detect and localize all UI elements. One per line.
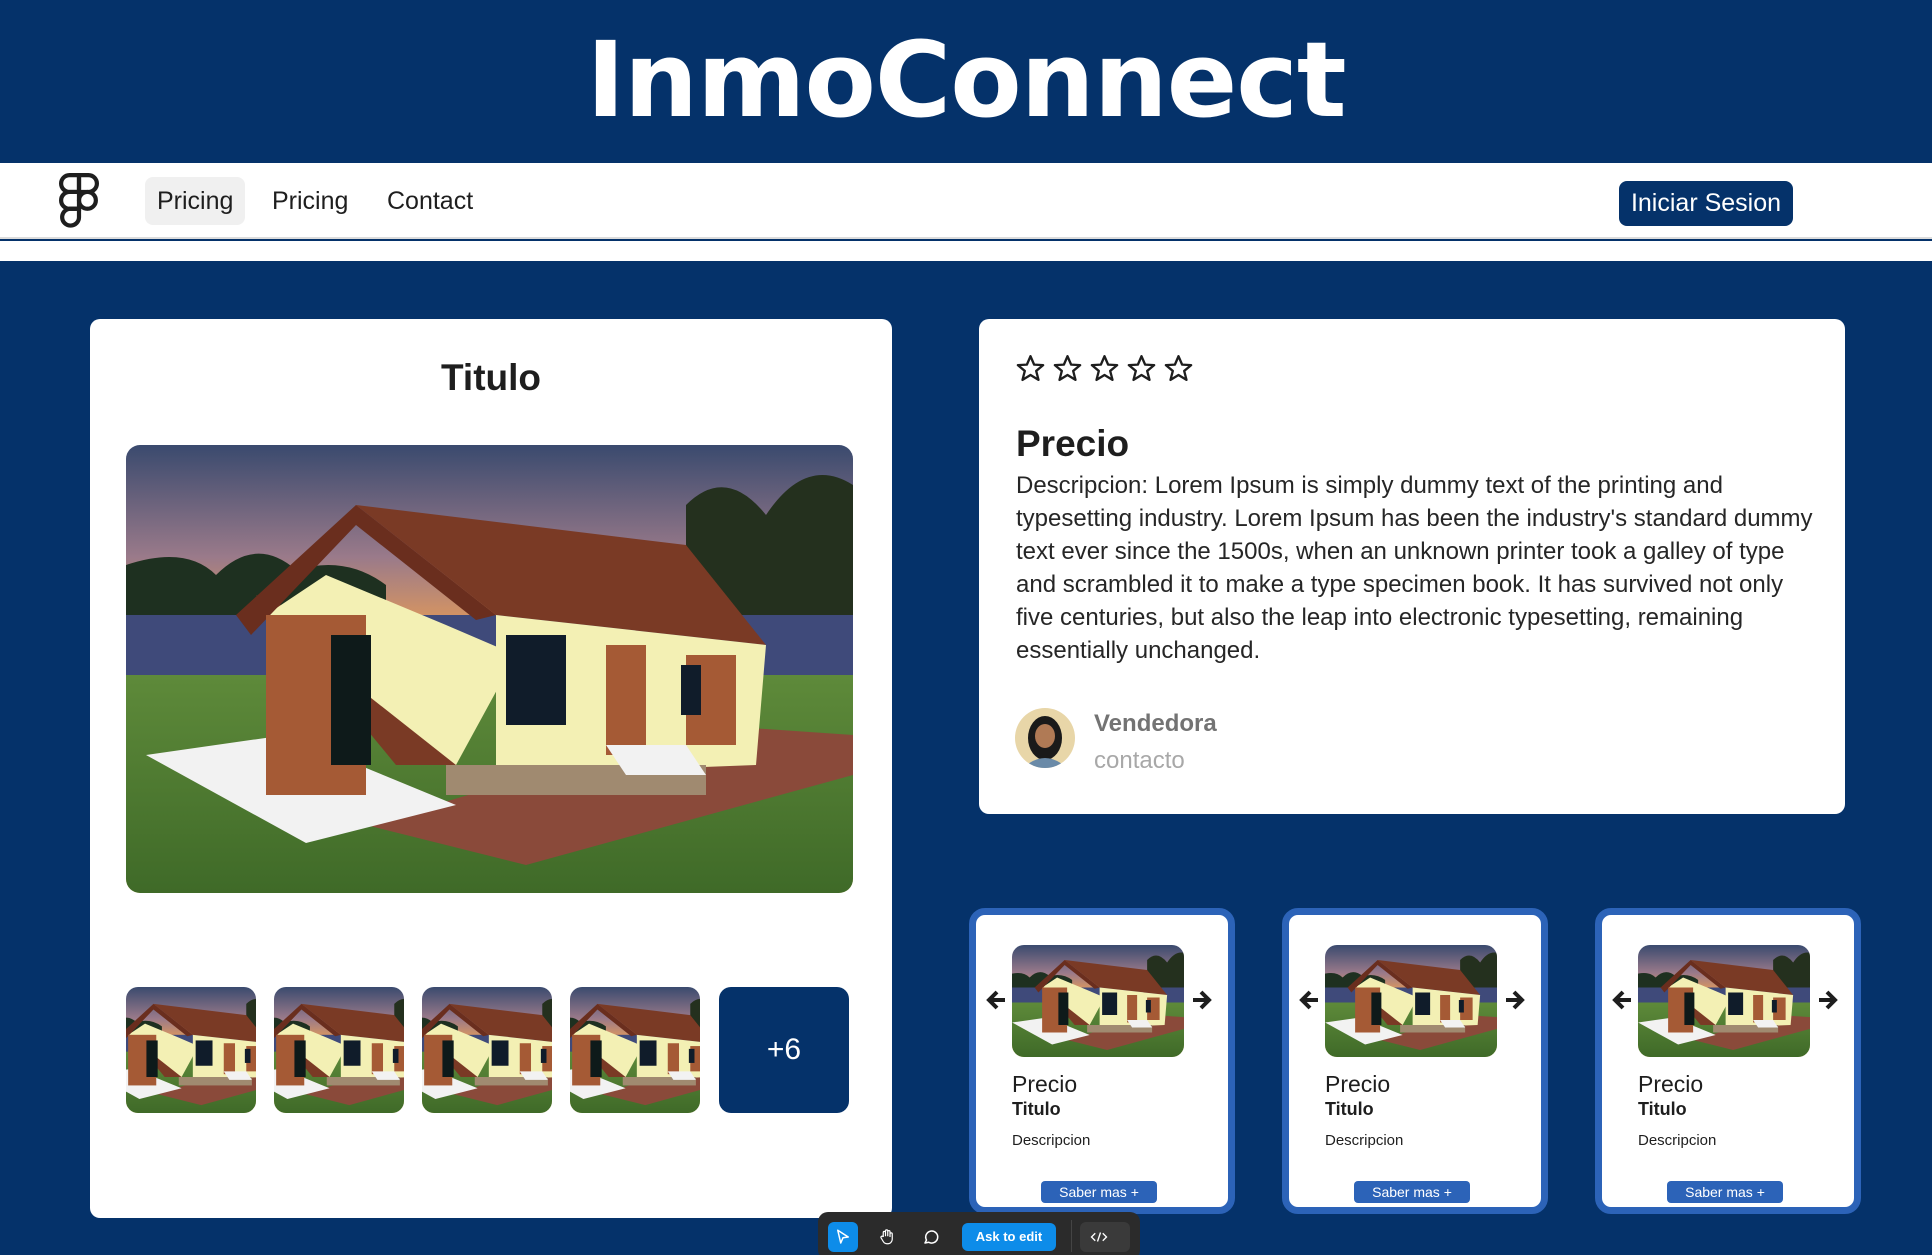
star-outline-icon[interactable] bbox=[1015, 353, 1046, 384]
related-price: Precio bbox=[1325, 1071, 1391, 1097]
related-description: Descripcion bbox=[1012, 1132, 1091, 1149]
toolbar-divider bbox=[1071, 1220, 1072, 1252]
site-header: InmoConnect bbox=[0, 0, 1932, 163]
saber-mas-button[interactable]: Saber mas + bbox=[1667, 1181, 1783, 1203]
more-photos-button[interactable]: +6 bbox=[719, 987, 849, 1113]
thumbnail[interactable] bbox=[422, 987, 552, 1113]
arrow-left-icon[interactable] bbox=[1297, 988, 1321, 1012]
thumbnail[interactable] bbox=[274, 987, 404, 1113]
star-outline-icon[interactable] bbox=[1163, 353, 1194, 384]
arrow-left-icon[interactable] bbox=[984, 988, 1008, 1012]
related-photo[interactable] bbox=[1638, 945, 1810, 1057]
related-title: Titulo bbox=[1638, 1099, 1687, 1119]
comment-icon bbox=[924, 1230, 939, 1244]
navbar: Pricing Pricing Contact Iniciar Sesion bbox=[0, 163, 1932, 239]
star-rating[interactable] bbox=[1015, 353, 1194, 384]
ask-to-edit-button[interactable]: Ask to edit bbox=[962, 1223, 1056, 1251]
details-card: Precio Descripcion: Lorem Ipsum is simpl… bbox=[979, 319, 1845, 814]
thumbnail[interactable] bbox=[570, 987, 700, 1113]
related-description: Descripcion bbox=[1638, 1132, 1717, 1149]
nav-item-contact[interactable]: Contact bbox=[375, 177, 485, 225]
saber-mas-button[interactable]: Saber mas + bbox=[1354, 1181, 1470, 1203]
related-card[interactable]: Precio Titulo Descripcion Saber mas + bbox=[1282, 908, 1548, 1214]
listing-title: Titulo bbox=[440, 357, 541, 398]
star-outline-icon[interactable] bbox=[1126, 353, 1157, 384]
pointer-icon bbox=[837, 1229, 849, 1244]
arrow-right-icon[interactable] bbox=[1190, 988, 1214, 1012]
related-title: Titulo bbox=[1012, 1099, 1061, 1119]
related-photo[interactable] bbox=[1012, 945, 1184, 1057]
related-price: Precio bbox=[1638, 1071, 1704, 1097]
related-price: Precio bbox=[1012, 1071, 1078, 1097]
hand-icon bbox=[880, 1229, 893, 1245]
thumbnail[interactable] bbox=[126, 987, 256, 1113]
listing-description: Descripcion: Lorem Ipsum is simply dummy… bbox=[1016, 472, 1813, 664]
gallery-card: Titulo +6 bbox=[90, 319, 892, 1218]
seller-contact-link[interactable]: contacto bbox=[1094, 747, 1185, 775]
arrow-right-icon[interactable] bbox=[1816, 988, 1840, 1012]
related-photo[interactable] bbox=[1325, 945, 1497, 1057]
arrow-left-icon[interactable] bbox=[1610, 988, 1634, 1012]
code-icon bbox=[1090, 1232, 1108, 1242]
code-tool[interactable] bbox=[1080, 1222, 1130, 1252]
pointer-tool[interactable] bbox=[828, 1222, 858, 1252]
price-heading: Precio bbox=[1016, 423, 1130, 464]
related-card[interactable]: Precio Titulo Descripcion Saber mas + bbox=[1595, 908, 1861, 1214]
comment-tool[interactable] bbox=[916, 1222, 946, 1252]
main-photo[interactable] bbox=[126, 445, 853, 893]
star-outline-icon[interactable] bbox=[1089, 353, 1120, 384]
nav-item-pricing[interactable]: Pricing bbox=[145, 177, 246, 225]
hand-tool[interactable] bbox=[872, 1222, 902, 1252]
editor-toolbar: Ask to edit bbox=[818, 1212, 1140, 1255]
related-title: Titulo bbox=[1325, 1099, 1374, 1119]
avatar[interactable] bbox=[1015, 708, 1075, 768]
seller-name: Vendedora bbox=[1094, 710, 1217, 737]
related-card[interactable]: Precio Titulo Descripcion Saber mas + bbox=[969, 908, 1235, 1214]
star-outline-icon[interactable] bbox=[1052, 353, 1083, 384]
brand-title: InmoConnect bbox=[586, 18, 1346, 141]
nav-underlay bbox=[0, 241, 1932, 261]
arrow-right-icon[interactable] bbox=[1503, 988, 1527, 1012]
login-button[interactable]: Iniciar Sesion bbox=[1619, 181, 1793, 226]
related-description: Descripcion bbox=[1325, 1132, 1404, 1149]
figma-logo-icon[interactable] bbox=[56, 173, 102, 233]
saber-mas-button[interactable]: Saber mas + bbox=[1041, 1181, 1157, 1203]
nav-item-pricing-2[interactable]: Pricing bbox=[260, 177, 360, 225]
